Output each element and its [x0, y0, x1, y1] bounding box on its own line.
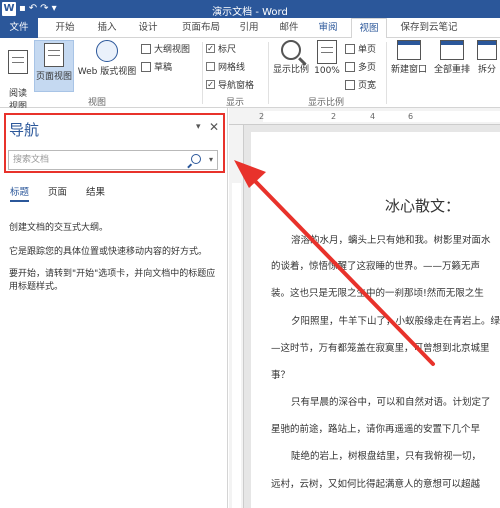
print-layout-icon [44, 43, 64, 67]
page-width-icon [345, 79, 355, 90]
tab-review[interactable]: 审阅 [313, 18, 343, 38]
one-page-icon [345, 43, 355, 54]
document-line: —这时节，万有都笼盖在寂寞里，可曾想到北京城里 [271, 343, 490, 354]
draft-button[interactable]: 草稿 [141, 60, 172, 73]
outline-button[interactable]: 大纲视图 [141, 42, 190, 55]
outline-icon [141, 43, 151, 54]
arrange-all-label: 全部重排 [433, 65, 470, 75]
print-layout-label: 页面视图 [35, 72, 72, 82]
web-layout-button[interactable]: Web 版式视图 [76, 40, 138, 77]
ribbon-view: 阅读 视图 页面视图 Web 版式视图 大纲视图 草稿 视图 ✓ 标尺 网格线 … [0, 38, 500, 112]
new-window-icon [397, 40, 421, 60]
gridlines-check-icon [206, 62, 215, 71]
tab-references[interactable]: 引用 [234, 18, 264, 38]
nav-tab-results[interactable]: 结果 [86, 184, 105, 198]
nav-pane-label: 导航窗格 [218, 81, 255, 91]
zoom-button[interactable]: 显示比例 [271, 40, 311, 75]
web-layout-label: Web 版式视图 [77, 67, 137, 77]
gridlines-checkbox[interactable]: 网格线 [206, 60, 245, 73]
document-line: 溶溶的水月，螭头上只有她和我。树影里对面水 [291, 235, 491, 246]
zoom-icon [281, 40, 301, 60]
ruler-number: 2 [259, 112, 265, 121]
draft-icon [141, 61, 151, 72]
tab-file[interactable]: 文件 [0, 18, 38, 38]
group-separator [202, 42, 203, 104]
nav-help-text: 要开始，请转到"开始"选项卡，并向文档中的标题应用标题样式。 [9, 269, 216, 292]
document-line: 装。这也只是无限之生中的一刹那顷!然而无限之生 [271, 288, 484, 299]
highlight-box [4, 113, 225, 173]
ruler-label: 标尺 [218, 45, 237, 55]
new-window-label: 新建窗口 [390, 65, 427, 75]
ruler-number: 2 [331, 112, 337, 121]
group-separator [386, 42, 387, 104]
nav-pane-checkbox[interactable]: ✓ 导航窗格 [206, 78, 254, 91]
window-title: 演示文档 - Word [212, 7, 288, 18]
document-heading: 冰心散文： [385, 197, 461, 215]
zoom-100-label: 100% [314, 66, 340, 76]
tab-insert[interactable]: 插入 [92, 18, 122, 38]
document-line: 事？ [271, 370, 291, 381]
tab-design[interactable]: 设计 [133, 18, 163, 38]
zoom-100-icon [317, 40, 337, 64]
zoom-100-button[interactable]: 100% [313, 40, 341, 76]
one-page-label: 单页 [358, 45, 377, 55]
multi-page-icon [345, 61, 355, 72]
tab-save-to-cloud[interactable]: 保存到云笔记 [393, 18, 465, 38]
outline-label: 大纲视图 [154, 45, 191, 55]
views-group-label: 视图 [88, 98, 107, 108]
print-layout-button[interactable]: 页面视图 [34, 40, 74, 92]
document-line: 的谈着，惊悟惊醒了这寂睡的世界。——万籁无声 [271, 261, 481, 272]
nav-help-text: 它是跟踪您的具体位置或快速移动内容的好方式。 [9, 247, 208, 257]
nav-pane-check-icon: ✓ [206, 80, 215, 89]
web-layout-icon [96, 40, 118, 62]
show-group-label: 显示 [226, 98, 245, 108]
ruler-check-icon: ✓ [206, 44, 215, 53]
document-line: 陡绝的岩上，树根盘结里，只有我俯视一切， [291, 451, 482, 462]
ruler-number: 4 [370, 112, 376, 121]
nav-tabs: 标题 页面 结果 [0, 184, 228, 202]
document-line: 只有早晨的深谷中，可以和自然对语。计划定了 [291, 397, 491, 408]
document-line: 远村，云树，又如何比得起满意人的意想可以超越 [271, 479, 481, 490]
zoom-label: 显示比例 [272, 65, 309, 75]
vertical-ruler [229, 125, 244, 508]
nav-help-text: 创建文档的交互式大纲。 [9, 223, 109, 233]
read-mode-icon [8, 50, 28, 74]
tab-view[interactable]: 视图 [351, 18, 387, 39]
one-page-button[interactable]: 单页 [345, 42, 376, 55]
arrange-all-button[interactable]: 全部重排 [431, 40, 473, 75]
document-line: 夕阳照里，牛羊下山了，小蚁般缘走在青岩上。绿 [291, 316, 500, 327]
ruler-checkbox[interactable]: ✓ 标尺 [206, 42, 236, 55]
gridlines-label: 网格线 [218, 63, 246, 73]
document-line: 星驰的前途，路站上，请你再遥遥的安置下几个早 [271, 424, 481, 435]
new-window-button[interactable]: 新建窗口 [389, 40, 429, 75]
group-separator [268, 42, 269, 104]
tab-mailings[interactable]: 邮件 [274, 18, 304, 38]
ribbon-tabs: 文件 开始 插入 设计 页面布局 引用 邮件 审阅 视图 保存到云笔记 [0, 18, 500, 39]
title-bar: W ▪ ↶ ↷ ▾ 演示文档 - Word [0, 0, 500, 18]
page-width-label: 页宽 [358, 81, 377, 91]
zoom-group-label: 显示比例 [308, 98, 345, 108]
horizontal-ruler: 2 2 4 6 [229, 108, 500, 125]
split-button[interactable]: 拆分 [475, 40, 499, 75]
split-label: 拆分 [477, 65, 496, 75]
ruler-number: 6 [408, 112, 414, 121]
arrange-all-icon [440, 40, 464, 60]
nav-tab-pages[interactable]: 页面 [48, 184, 67, 198]
read-mode-button[interactable]: 阅读 视图 [3, 40, 33, 112]
multi-page-label: 多页 [358, 63, 377, 73]
nav-tab-headings[interactable]: 标题 [10, 184, 30, 202]
tab-home[interactable]: 开始 [50, 18, 80, 38]
tab-page-layout[interactable]: 页面布局 [176, 18, 226, 38]
split-icon [477, 40, 497, 60]
page-width-button[interactable]: 页宽 [345, 78, 376, 91]
draft-label: 草稿 [154, 63, 173, 73]
multi-page-button[interactable]: 多页 [345, 60, 376, 73]
